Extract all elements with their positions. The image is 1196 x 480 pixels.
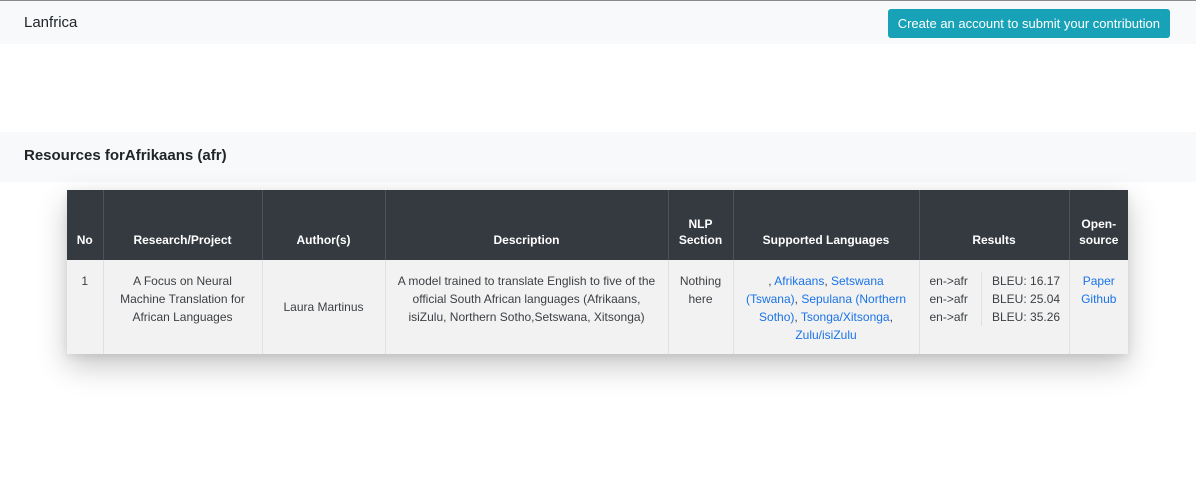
col-header-description: Description — [384, 190, 668, 260]
github-link[interactable]: Github — [1081, 292, 1116, 306]
cell-results: en->afr BLEU: 16.17 en->afr BLEU: 25.04 … — [918, 260, 1070, 354]
cell-no: 1 — [67, 260, 103, 354]
result-row: en->afr BLEU: 25.04 — [919, 290, 1070, 308]
col-header-nlp-section: NLP Section — [667, 190, 733, 260]
results-inner-table: en->afr BLEU: 16.17 en->afr BLEU: 25.04 … — [919, 272, 1070, 326]
cell-description: A model trained to translate English to … — [384, 260, 668, 354]
brand-name[interactable]: Lanfrica — [24, 14, 77, 31]
language-link[interactable]: Afrikaans — [774, 274, 824, 288]
col-header-authors: Author(s) — [261, 190, 385, 260]
result-score: BLEU: 25.04 — [981, 290, 1070, 308]
language-link[interactable]: Tsonga/Xitsonga — [801, 310, 890, 324]
result-row: en->afr BLEU: 16.17 — [919, 272, 1070, 290]
cell-authors: Laura Martinus — [261, 260, 385, 354]
result-pair: en->afr — [919, 308, 982, 326]
result-row: en->afr BLEU: 35.26 — [919, 308, 1070, 326]
section-title: Resources forAfrikaans (afr) — [24, 147, 227, 164]
paper-link[interactable]: Paper — [1083, 274, 1115, 288]
cell-nlp-section: Nothing here — [667, 260, 733, 354]
language-link[interactable]: Zulu/isiZulu — [795, 328, 856, 342]
col-header-research-project: Research/Project — [102, 190, 262, 260]
resources-table-container: No Research/Project Author(s) Descriptio… — [67, 190, 1128, 354]
result-score: BLEU: 16.17 — [981, 272, 1070, 290]
cell-supported-languages: , Afrikaans, Setswana (Tswana), Sepulana… — [732, 260, 919, 354]
cell-project: A Focus on Neural Machine Translation fo… — [102, 260, 262, 354]
result-score: BLEU: 35.26 — [981, 308, 1070, 326]
col-header-supported-languages: Supported Languages — [732, 190, 919, 260]
create-account-button[interactable]: Create an account to submit your contrib… — [887, 9, 1170, 38]
cell-open-source: Paper Github — [1068, 260, 1128, 354]
table-row: 1 A Focus on Neural Machine Translation … — [67, 260, 1128, 354]
result-pair: en->afr — [919, 272, 982, 290]
col-header-no: No — [67, 190, 103, 260]
result-pair: en->afr — [919, 290, 982, 308]
col-header-open-source: Open-source — [1068, 190, 1128, 260]
col-header-results: Results — [918, 190, 1069, 260]
resources-table: No Research/Project Author(s) Descriptio… — [67, 190, 1128, 354]
table-header-row: No Research/Project Author(s) Descriptio… — [67, 190, 1128, 260]
top-navbar: Lanfrica Create an account to submit you… — [0, 0, 1196, 44]
